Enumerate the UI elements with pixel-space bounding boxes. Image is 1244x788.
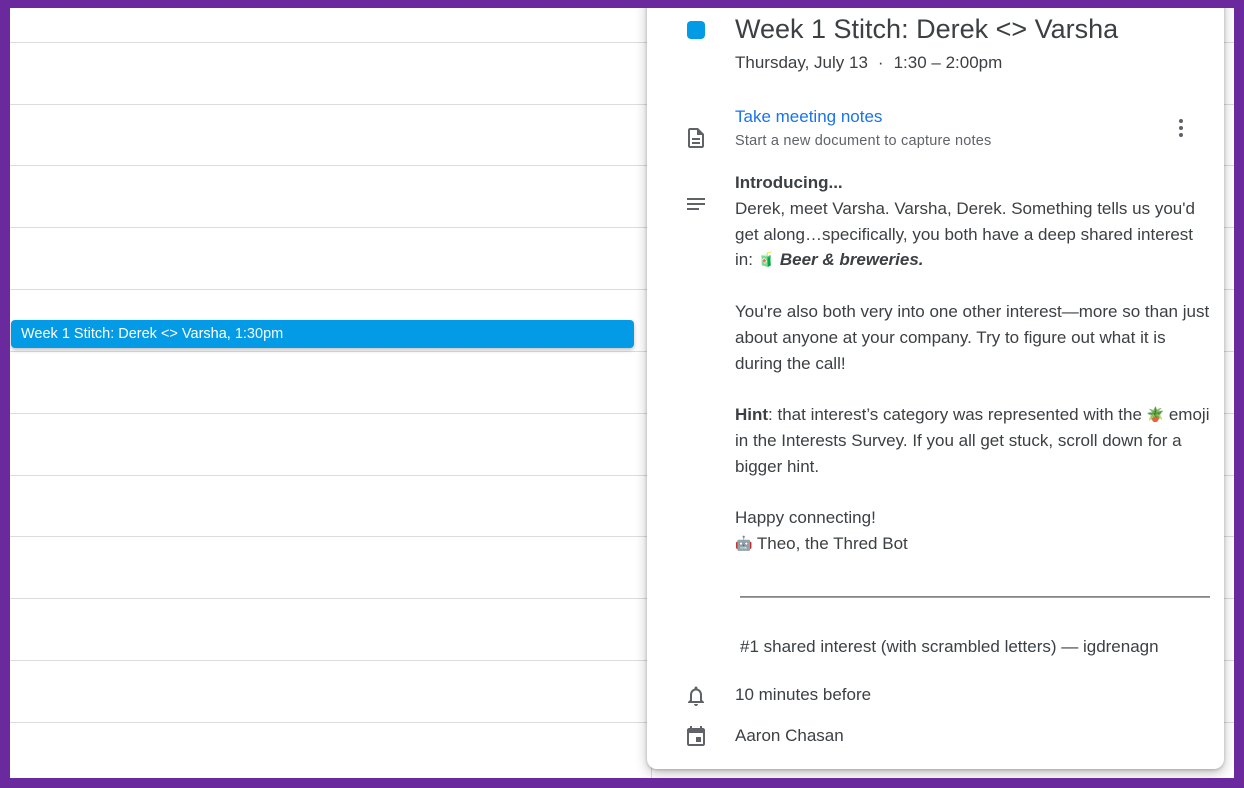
description-icon: [684, 192, 708, 216]
reminder-text: 10 minutes before: [735, 685, 872, 704]
event-date: Thursday, July 13: [735, 53, 868, 72]
description-paragraph: You're also both very into one other int…: [735, 301, 1210, 373]
event-time-range: 1:30 – 2:00pm: [893, 53, 1003, 72]
event-chip-title: Week 1 Stitch: Derek <> Varsha,: [21, 326, 231, 342]
description-paragraph: Derek, meet Varsha. Varsha, Derek. Somet…: [735, 196, 1210, 273]
hint-label: Hint: [735, 405, 769, 425]
bell-icon: [684, 684, 708, 708]
shared-interest: Beer & breweries.: [779, 250, 924, 270]
scrambled-hint: #1 shared interest (with scrambled lette…: [740, 637, 1159, 657]
event-color-swatch: [687, 21, 705, 39]
meeting-notes-subtitle: Start a new document to capture notes: [735, 133, 992, 149]
calendar-event-chip[interactable]: Week 1 Stitch: Derek <> Varsha, 1:30pm: [11, 320, 634, 348]
event-description: Introducing... Derek, meet Varsha. Varsh…: [735, 170, 1210, 660]
more-vert-icon[interactable]: [1169, 116, 1193, 140]
organizer-name: Aaron Chasan: [735, 726, 844, 745]
event-date-time: Thursday, July 13 · 1:30 – 2:00pm: [735, 53, 1002, 73]
document-icon: [684, 126, 708, 150]
event-details-popup: Week 1 Stitch: Derek <> Varsha Thursday,…: [647, 8, 1224, 769]
event-chip-time: 1:30pm: [234, 326, 284, 342]
hint-paragraph: Hint: that interest’s category was repre…: [735, 402, 1210, 479]
signature-line: 🤖 Theo, the Thred Bot: [735, 531, 1210, 557]
robot-emoji: 🤖: [735, 535, 753, 552]
signature-text: Theo, the Thred Bot: [756, 534, 908, 554]
plant-emoji: 🪴: [1146, 406, 1165, 423]
hint-text: : that interest’s category was represent…: [768, 405, 1142, 425]
text-divider: ———————————————————————————————: [740, 585, 1210, 605]
take-meeting-notes-link[interactable]: Take meeting notes: [735, 107, 882, 127]
event-title: Week 1 Stitch: Derek <> Varsha: [735, 14, 1119, 44]
beer-emoji: 🧃: [757, 251, 776, 268]
description-heading: Introducing...: [735, 173, 843, 192]
date-time-separator: ·: [877, 53, 884, 72]
closing-text: Happy connecting!: [735, 508, 876, 528]
calendar-icon: [684, 725, 708, 749]
calendar-window: Week 1 Stitch: Derek <> Varsha, 1:30pm W…: [10, 8, 1234, 778]
